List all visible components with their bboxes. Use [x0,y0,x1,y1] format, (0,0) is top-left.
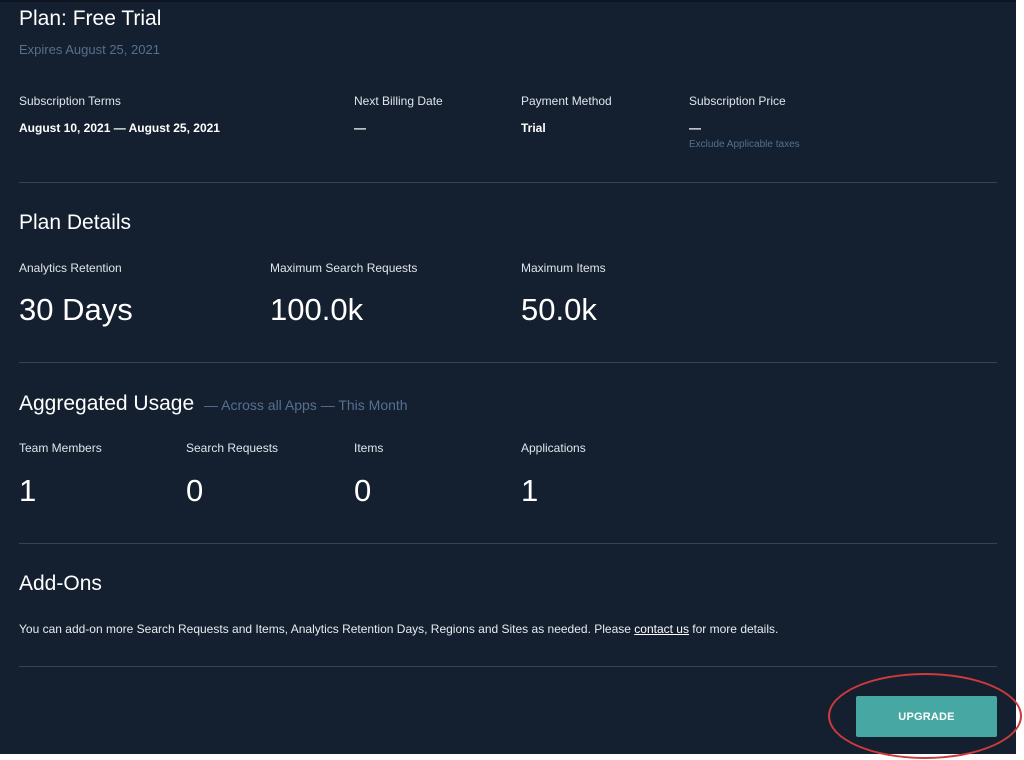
aggregated-usage-subtitle: — Across all Apps — This Month [203,397,408,413]
plan-details-heading: Plan Details [19,211,132,234]
subscription-price-value: — [689,121,701,135]
add-ons-heading: Add-Ons [19,572,102,595]
team-members-value: 1 [19,473,37,508]
max-items-label: Maximum Items [521,261,606,275]
subscription-terms-value: August 10, 2021 — August 25, 2021 [19,121,220,135]
analytics-retention-label: Analytics Retention [19,261,122,275]
search-requests-value: 0 [186,473,204,508]
max-search-requests-label: Maximum Search Requests [270,261,418,275]
payment-method-value: Trial [521,121,546,135]
payment-method-label: Payment Method [521,94,612,108]
tax-note: Exclude Applicable taxes [689,139,800,150]
team-members-label: Team Members [19,441,102,455]
applications-value: 1 [521,473,539,508]
max-items-value: 50.0k [521,292,597,327]
contact-us-link[interactable]: contact us [634,622,689,636]
add-ons-text-after: for more details. [688,622,779,636]
divider [19,543,997,544]
aggregated-usage-title: Aggregated Usage [19,392,195,415]
divider [19,666,997,667]
plan-expiry-date: Expires August 25, 2021 [19,42,160,57]
plan-title: Plan: Free Trial [19,7,162,30]
upgrade-button[interactable]: UPGRADE [856,696,997,737]
analytics-retention-value: 30 Days [19,292,133,327]
applications-label: Applications [521,441,586,455]
max-search-requests-value: 100.0k [270,292,364,327]
add-ons-description: You can add-on more Search Requests and … [19,622,778,636]
add-ons-text-before: You can add-on more Search Requests and … [19,622,635,636]
items-value: 0 [354,473,372,508]
divider [19,182,997,183]
items-label: Items [354,441,384,455]
subscription-terms-label: Subscription Terms [19,94,121,108]
next-billing-date-value: — [354,121,366,135]
subscription-panel: Plan: Free Trial Expires August 25, 2021… [0,0,1016,754]
subscription-price-label: Subscription Price [689,94,786,108]
divider [19,362,997,363]
search-requests-label: Search Requests [186,441,279,455]
next-billing-date-label: Next Billing Date [354,94,443,108]
aggregated-usage-heading: Aggregated Usage — Across all Apps — Thi… [19,392,408,416]
